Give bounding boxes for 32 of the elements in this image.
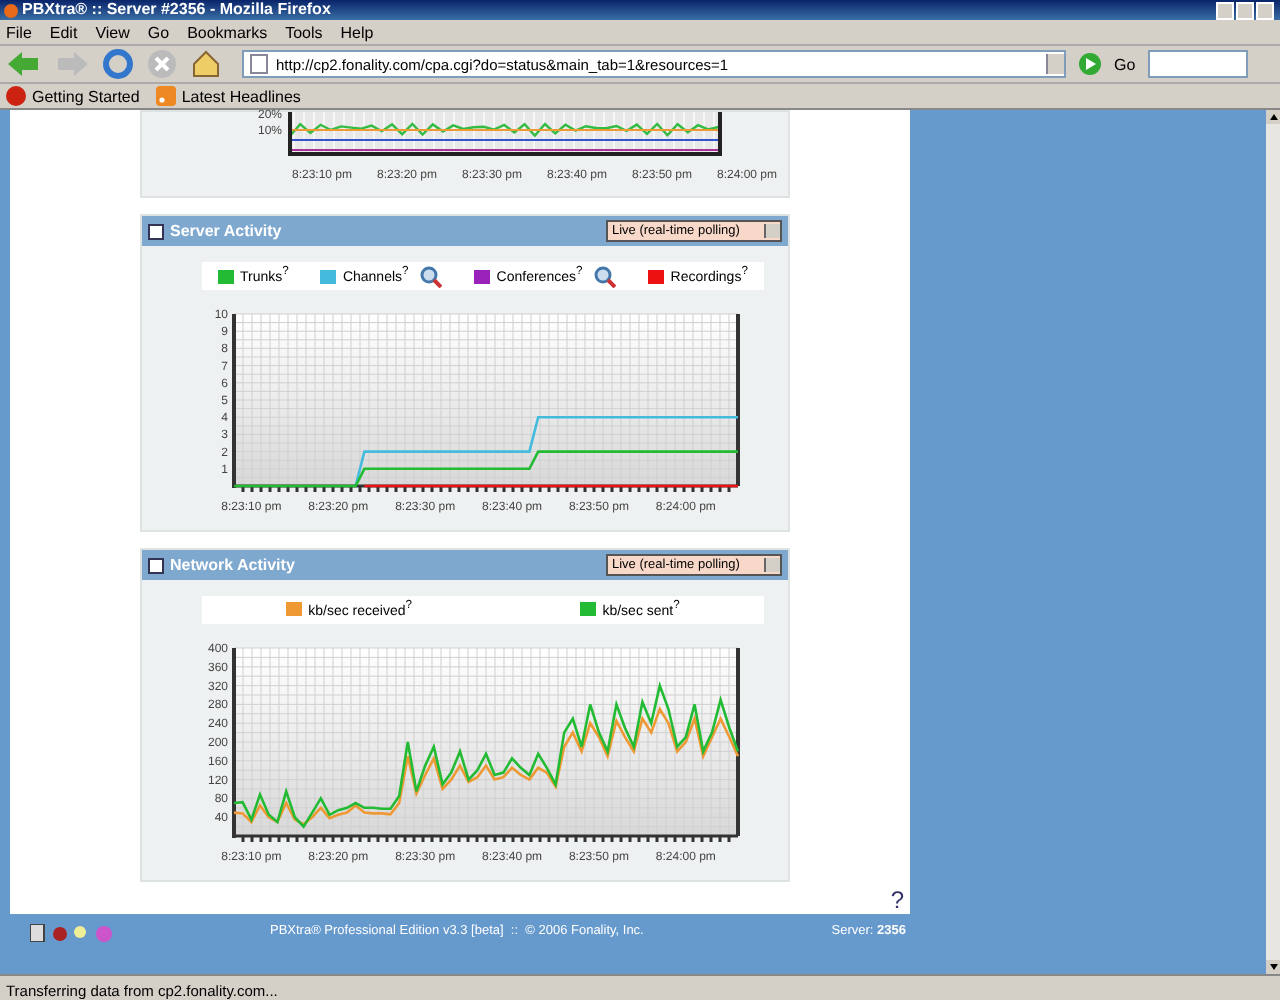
home-icon[interactable] xyxy=(190,48,222,80)
bookmark-link[interactable]: Latest Headlines xyxy=(181,87,301,105)
menu-item[interactable]: Go xyxy=(147,23,170,41)
menu-item[interactable]: File xyxy=(6,23,32,41)
collapse-icon[interactable] xyxy=(148,557,164,573)
help-icon[interactable]: ? xyxy=(890,888,904,912)
panel-title: Network Activity xyxy=(170,556,295,574)
bookmark-icon xyxy=(6,86,26,106)
back-icon[interactable] xyxy=(6,50,42,78)
panel-title: Server Activity xyxy=(170,222,282,240)
reload-icon[interactable] xyxy=(102,48,134,80)
window-title: PBXtra® :: Server #2356 - Mozilla Firefox xyxy=(22,0,331,20)
close-button[interactable] xyxy=(1256,1,1274,19)
minimize-button[interactable] xyxy=(1216,1,1234,19)
go-button[interactable]: Go xyxy=(1114,55,1136,73)
menu-item[interactable]: Help xyxy=(340,23,374,41)
app-icon xyxy=(4,3,18,17)
go-icon[interactable] xyxy=(1078,52,1102,76)
status-icons-drawing xyxy=(30,924,118,942)
scrollbar[interactable] xyxy=(1266,110,1280,974)
search-icon[interactable] xyxy=(420,265,443,287)
menu-item[interactable]: Bookmarks xyxy=(187,23,268,41)
menu-item[interactable]: Edit xyxy=(49,23,78,41)
search-field[interactable] xyxy=(1147,50,1248,78)
stop-icon[interactable] xyxy=(146,48,178,80)
search-icon[interactable] xyxy=(594,265,617,287)
collapse-icon[interactable] xyxy=(148,223,164,239)
feed-icon xyxy=(155,86,176,106)
maximize-button[interactable] xyxy=(1236,1,1254,19)
menu-item[interactable]: Tools xyxy=(285,23,323,41)
bookmark-link[interactable]: Getting Started xyxy=(32,87,140,105)
menu-item[interactable]: View xyxy=(95,23,130,41)
